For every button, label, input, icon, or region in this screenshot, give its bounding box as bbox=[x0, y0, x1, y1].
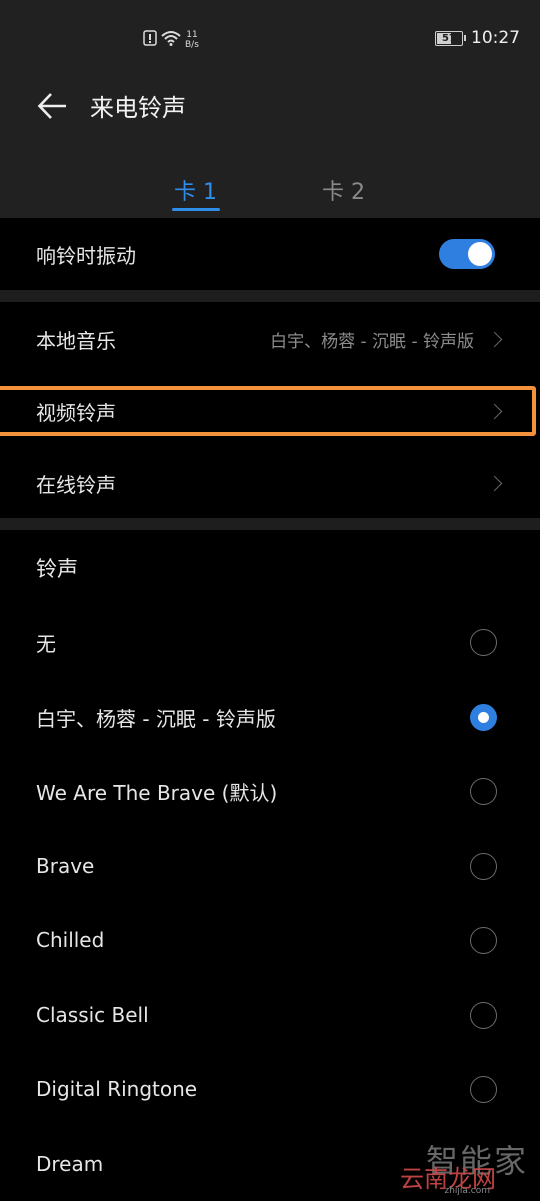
battery-icon: 57 bbox=[435, 30, 466, 46]
status-bar: 11 B/s 57 10:27 bbox=[0, 28, 540, 54]
radio-button[interactable] bbox=[470, 1075, 497, 1103]
ringtone-item[interactable]: Brave bbox=[0, 829, 540, 903]
radio-button[interactable] bbox=[470, 852, 497, 880]
local-music-label: 本地音乐 bbox=[36, 328, 116, 353]
net-speed: 11 B/s bbox=[185, 30, 199, 50]
status-right: 57 10:27 bbox=[435, 28, 520, 48]
vibrate-toggle[interactable] bbox=[439, 239, 495, 269]
vibrate-label: 响铃时振动 bbox=[36, 243, 136, 268]
local-music-value: 白宇、杨蓉 - 沉眠 - 铃声版 bbox=[270, 331, 474, 352]
net-speed-unit: B/s bbox=[185, 40, 199, 50]
title-bar: 来电铃声 bbox=[0, 82, 540, 128]
alert-icon bbox=[143, 30, 157, 50]
radio-button[interactable] bbox=[470, 1001, 497, 1029]
vibrate-row[interactable]: 响铃时振动 bbox=[0, 218, 540, 290]
ringtone-item[interactable]: Digital Ringtone bbox=[0, 1052, 540, 1126]
divider bbox=[0, 290, 540, 302]
page-title: 来电铃声 bbox=[90, 94, 186, 122]
ringtone-label: Dream bbox=[36, 1152, 104, 1176]
ringtone-item[interactable]: 无 bbox=[0, 605, 540, 679]
ringtone-item[interactable]: Classic Bell bbox=[0, 978, 540, 1052]
chevron-right-icon bbox=[486, 475, 503, 491]
watermark-url: zhijia.com bbox=[444, 1186, 490, 1196]
ringtone-label: Digital Ringtone bbox=[36, 1077, 198, 1101]
clock: 10:27 bbox=[471, 28, 520, 48]
radio-button[interactable] bbox=[470, 628, 497, 656]
ringtone-label: 无 bbox=[36, 631, 56, 656]
toggle-knob bbox=[468, 242, 492, 266]
ringtone-item[interactable]: Chilled bbox=[0, 903, 540, 977]
radio-button-selected[interactable] bbox=[470, 703, 497, 731]
chevron-right-icon bbox=[486, 331, 503, 347]
ringtone-item[interactable]: 白宇、杨蓉 - 沉眠 - 铃声版 bbox=[0, 680, 540, 754]
wifi-icon bbox=[161, 30, 181, 50]
local-music-row[interactable]: 本地音乐 白宇、杨蓉 - 沉眠 - 铃声版 bbox=[0, 302, 540, 376]
ringtone-label: Classic Bell bbox=[36, 1003, 149, 1027]
highlight-box bbox=[0, 386, 536, 436]
ringtone-label: Chilled bbox=[36, 928, 105, 952]
status-left: 11 B/s bbox=[143, 30, 199, 50]
battery-level: 57 bbox=[442, 32, 456, 44]
tab-indicator bbox=[172, 208, 220, 211]
radio-button[interactable] bbox=[470, 926, 497, 954]
ringtone-label: We Are The Brave (默认) bbox=[36, 780, 278, 805]
online-ringtone-row[interactable]: 在线铃声 bbox=[0, 446, 540, 520]
radio-button[interactable] bbox=[470, 777, 497, 805]
net-speed-value: 11 bbox=[186, 30, 198, 40]
back-arrow-icon[interactable] bbox=[36, 88, 72, 124]
ringtone-label: 白宇、杨蓉 - 沉眠 - 铃声版 bbox=[36, 706, 276, 731]
header: 11 B/s 57 10:27 来电铃声 卡 1 卡 2 bbox=[0, 0, 540, 218]
divider bbox=[0, 518, 540, 530]
ringtone-section-title: 铃声 bbox=[36, 557, 78, 581]
ringtone-item[interactable]: We Are The Brave (默认) bbox=[0, 754, 540, 828]
sim-tabs: 卡 1 卡 2 bbox=[0, 170, 540, 218]
online-ringtone-label: 在线铃声 bbox=[36, 472, 116, 497]
tab-sim-2[interactable]: 卡 2 bbox=[322, 174, 365, 206]
tab-sim-1[interactable]: 卡 1 bbox=[174, 174, 217, 206]
ringtone-label: Brave bbox=[36, 854, 95, 878]
